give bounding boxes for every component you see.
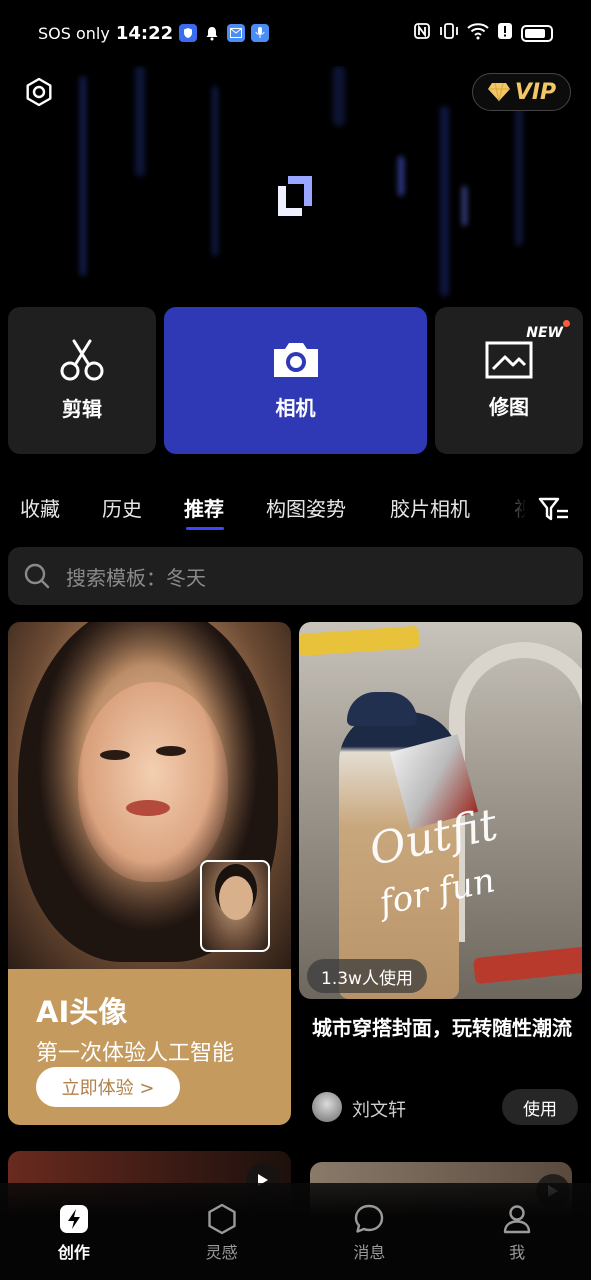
tool-label-edit: 剪辑	[62, 397, 102, 421]
alert-icon	[497, 22, 513, 44]
tool-label-camera: 相机	[275, 396, 316, 420]
ai-avatar-card[interactable]: AI头像 第一次体验人工智能 立即体验 >	[8, 622, 291, 1125]
picture-edit-icon	[485, 341, 533, 379]
ai-portrait-image	[8, 622, 291, 969]
person-icon	[503, 1205, 531, 1234]
carrier-text: SOS only	[38, 23, 110, 43]
notification-dot	[563, 320, 570, 327]
new-badge: NEW	[526, 325, 563, 341]
category-tabs: 收藏 历史 推荐 构图姿势 胶片相机 视	[0, 485, 591, 535]
tab-favorites[interactable]: 收藏	[20, 493, 60, 522]
tool-card-camera[interactable]: 相机	[164, 307, 427, 454]
settings-icon	[26, 77, 52, 107]
nav-label-profile: 我	[509, 1243, 526, 1262]
camera-icon	[273, 343, 318, 377]
try-now-button[interactable]: 立即体验 >	[36, 1067, 180, 1107]
nav-label-create: 创作	[57, 1243, 90, 1262]
mail-app-icon	[227, 24, 246, 42]
ai-card-footer: AI头像 第一次体验人工智能 立即体验 >	[8, 969, 291, 1125]
template-card-image[interactable]: Outfit for fun	[299, 622, 582, 999]
battery-icon	[521, 24, 553, 42]
bell-icon	[203, 24, 221, 42]
use-count-badge: 1.3w人使用	[307, 959, 427, 993]
search-bar[interactable]: 搜索模板：冬天	[8, 547, 583, 605]
nav-create[interactable]: 创作	[0, 1183, 148, 1280]
diamond-icon	[487, 82, 510, 102]
ai-card-title: AI头像	[36, 995, 128, 1029]
tab-recommended[interactable]: 推荐	[184, 493, 224, 522]
search-placeholder: 搜索模板：冬天	[66, 565, 206, 590]
tab-history[interactable]: 历史	[102, 493, 142, 522]
mic-app-icon	[251, 24, 270, 42]
chat-bubble-icon	[355, 1204, 384, 1233]
nav-profile[interactable]: 我	[443, 1183, 591, 1280]
tab-composition-poses[interactable]: 构图姿势	[266, 493, 346, 522]
template-title[interactable]: 城市穿搭封面，玩转随性潮流	[312, 1013, 582, 1043]
vip-label: VIP	[514, 79, 557, 105]
scissors-icon	[60, 339, 104, 381]
active-tab-indicator	[186, 527, 224, 530]
wifi-icon	[467, 22, 489, 44]
vip-button[interactable]: VIP	[472, 73, 571, 111]
nav-messages[interactable]: 消息	[296, 1183, 444, 1280]
status-bar: SOS only 14:22	[0, 0, 591, 66]
settings-button[interactable]	[24, 77, 54, 107]
nav-inspiration[interactable]: 灵感	[148, 1183, 296, 1280]
ai-card-subtitle: 第一次体验人工智能	[36, 1041, 235, 1066]
nfc-icon	[413, 22, 431, 44]
nav-label-inspiration: 灵感	[205, 1243, 238, 1262]
create-icon	[59, 1205, 88, 1233]
app-logo-icon	[276, 174, 314, 218]
tool-card-edit[interactable]: 剪辑	[8, 307, 156, 454]
filter-button[interactable]	[538, 494, 570, 524]
selfie-thumbnail	[200, 860, 270, 952]
author-name[interactable]: 刘文轩	[352, 1096, 406, 1122]
tabs-fade	[495, 485, 540, 535]
nav-label-messages: 消息	[353, 1243, 386, 1262]
bottom-nav: 创作 灵感 消息 我	[0, 1183, 591, 1280]
search-icon	[24, 563, 50, 589]
tab-film-camera[interactable]: 胶片相机	[390, 493, 470, 522]
shield-app-icon	[179, 24, 198, 42]
use-template-button[interactable]: 使用	[502, 1089, 578, 1125]
filter-icon	[538, 497, 568, 521]
avatar[interactable]	[312, 1092, 342, 1122]
tool-card-retouch[interactable]: NEW 修图	[435, 307, 583, 454]
hexagon-icon	[207, 1203, 236, 1235]
vibrate-icon	[439, 22, 459, 44]
clock: 14:22	[115, 22, 174, 44]
tool-label-retouch: 修图	[489, 395, 529, 419]
